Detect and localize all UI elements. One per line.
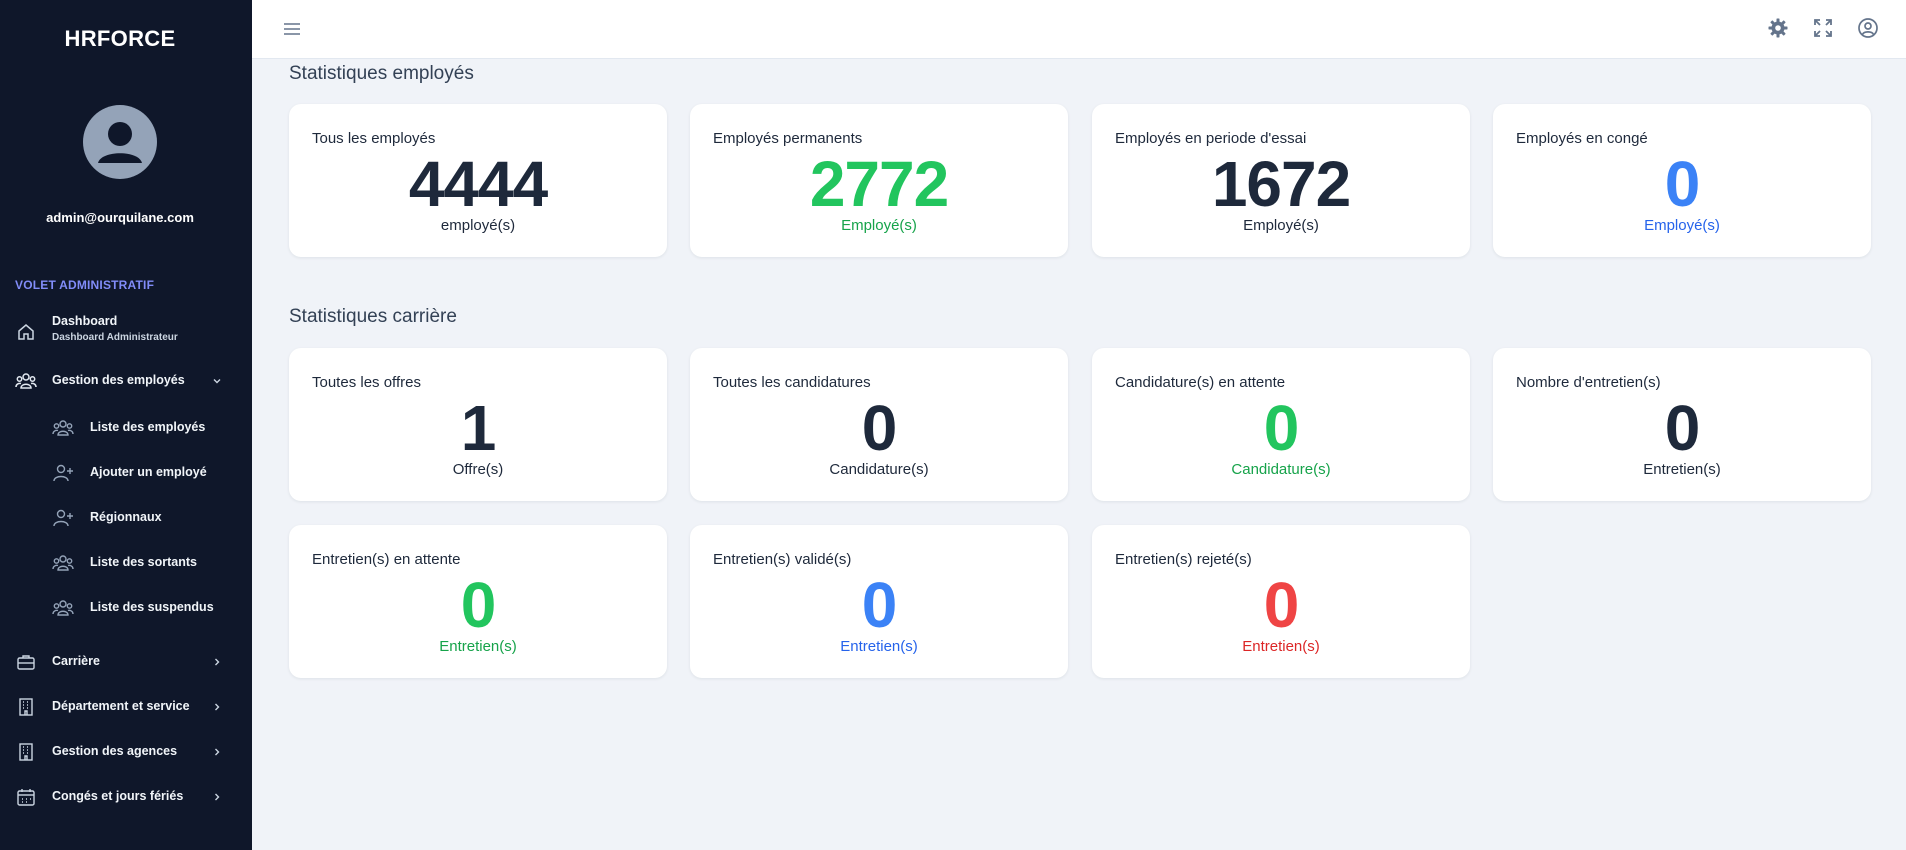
card-value: 0 — [1263, 392, 1300, 464]
sidebar-item-label: Congés et jours fériés — [52, 789, 184, 803]
card-value: 0 — [861, 569, 898, 641]
menu-icon[interactable] — [282, 19, 302, 39]
card-title: Employés permanents — [713, 130, 863, 147]
sidebar-subitem-label: Liste des suspendus — [90, 600, 214, 614]
account-icon[interactable] — [1857, 17, 1879, 39]
sidebar-item-conges[interactable]: Congés et jours fériés — [0, 786, 240, 808]
avatar[interactable] — [83, 105, 157, 179]
card-unit: Entretien(s) — [439, 638, 517, 655]
card-unit: Candidature(s) — [829, 461, 929, 478]
users-icon — [52, 417, 74, 439]
stat-card-entretiens-attente[interactable]: Entretien(s) en attente 0 Entretien(s) — [289, 525, 667, 678]
card-value: 0 — [861, 392, 898, 464]
card-unit: Employé(s) — [841, 217, 917, 234]
chevron-right-icon — [210, 655, 224, 669]
sidebar-subitem-label: Régionnaux — [90, 510, 162, 524]
card-title: Toutes les candidatures — [713, 374, 871, 391]
card-value: 4444 — [408, 148, 548, 220]
sidebar-subitem-liste-sortants[interactable]: Liste des sortants — [0, 552, 240, 574]
sidebar-item-carriere[interactable]: Carrière — [0, 651, 240, 673]
sidebar-item-label: Gestion des employés — [52, 373, 185, 387]
chevron-down-icon — [210, 374, 224, 388]
calendar-icon — [15, 786, 37, 808]
section-heading-carriere: Statistiques carrière — [289, 306, 457, 327]
sidebar: HRFORCE admin@ourquilane.com VOLET ADMIN… — [0, 0, 252, 850]
sidebar-item-departement[interactable]: Département et service — [0, 696, 240, 718]
card-value: 1 — [460, 392, 497, 464]
chevron-right-icon — [210, 745, 224, 759]
card-unit: Employé(s) — [1243, 217, 1319, 234]
main-content: Statistiques employés Tous les employés … — [252, 59, 1906, 850]
sidebar-item-employees[interactable]: Gestion des employés — [0, 370, 240, 392]
sidebar-item-label: Gestion des agences — [52, 744, 178, 758]
chevron-right-icon — [210, 700, 224, 714]
card-value: 0 — [1263, 569, 1300, 641]
stat-card-offres[interactable]: Toutes les offres 1 Offre(s) — [289, 348, 667, 501]
stat-card-employes-permanents[interactable]: Employés permanents 2772 Employé(s) — [690, 104, 1068, 257]
sidebar-subitem-label: Liste des sortants — [90, 555, 197, 569]
card-unit: employé(s) — [440, 217, 516, 234]
chevron-right-icon — [210, 790, 224, 804]
card-title: Nombre d'entretien(s) — [1516, 374, 1661, 391]
stat-card-employes-essai[interactable]: Employés en periode d'essai 1672 Employé… — [1092, 104, 1470, 257]
users-icon — [52, 597, 74, 619]
sidebar-subitem-label: Ajouter un employé — [90, 465, 207, 479]
gear-icon[interactable] — [1767, 17, 1789, 39]
building-icon — [15, 741, 37, 763]
home-icon — [15, 321, 37, 343]
card-unit: Entretien(s) — [1643, 461, 1721, 478]
card-unit: Candidature(s) — [1231, 461, 1331, 478]
user-plus-icon — [52, 507, 74, 529]
brand-logo[interactable]: HRFORCE — [0, 26, 240, 52]
card-title: Candidature(s) en attente — [1115, 374, 1286, 391]
user-plus-icon — [52, 462, 74, 484]
card-title: Employés en periode d'essai — [1115, 130, 1307, 147]
stat-card-candidatures[interactable]: Toutes les candidatures 0 Candidature(s) — [690, 348, 1068, 501]
fullscreen-icon[interactable] — [1812, 17, 1834, 39]
card-title: Tous les employés — [312, 130, 436, 147]
stat-card-entretiens-rejetes[interactable]: Entretien(s) rejeté(s) 0 Entretien(s) — [1092, 525, 1470, 678]
sidebar-section-title: VOLET ADMINISTRATIF — [15, 278, 155, 292]
stat-card-candidatures-attente[interactable]: Candidature(s) en attente 0 Candidature(… — [1092, 348, 1470, 501]
card-title: Entretien(s) validé(s) — [713, 551, 852, 568]
sidebar-item-label: Dashboard — [52, 314, 118, 328]
sidebar-item-label: Département et service — [52, 699, 190, 713]
users-icon — [52, 552, 74, 574]
section-heading-employes: Statistiques employés — [289, 63, 474, 84]
card-title: Entretien(s) rejeté(s) — [1115, 551, 1252, 568]
sidebar-item-dashboard[interactable]: Dashboard Dashboard Administrateur — [0, 314, 240, 350]
sidebar-item-agences[interactable]: Gestion des agences — [0, 741, 240, 763]
card-value: 1672 — [1211, 148, 1351, 220]
card-value: 0 — [1664, 148, 1701, 220]
briefcase-icon — [15, 651, 37, 673]
sidebar-item-sublabel: Dashboard Administrateur — [52, 332, 178, 343]
sidebar-item-label: Carrière — [52, 654, 100, 668]
stat-card-nombre-entretiens[interactable]: Nombre d'entretien(s) 0 Entretien(s) — [1493, 348, 1871, 501]
sidebar-subitem-liste-employes[interactable]: Liste des employés — [0, 417, 240, 439]
sidebar-subitem-liste-suspendus[interactable]: Liste des suspendus — [0, 597, 240, 619]
card-title: Toutes les offres — [312, 374, 421, 391]
card-value: 2772 — [809, 148, 949, 220]
card-title: Employés en congé — [1516, 130, 1648, 147]
card-value: 0 — [460, 569, 497, 641]
card-unit: Entretien(s) — [840, 638, 918, 655]
card-title: Entretien(s) en attente — [312, 551, 461, 568]
stat-card-entretiens-valides[interactable]: Entretien(s) validé(s) 0 Entretien(s) — [690, 525, 1068, 678]
card-unit: Employé(s) — [1644, 217, 1720, 234]
users-icon — [15, 370, 37, 392]
topbar — [252, 0, 1906, 59]
card-unit: Entretien(s) — [1242, 638, 1320, 655]
sidebar-subitem-ajouter-employe[interactable]: Ajouter un employé — [0, 462, 240, 484]
sidebar-subitem-regionnaux[interactable]: Régionnaux — [0, 507, 240, 529]
sidebar-subitem-label: Liste des employés — [90, 420, 206, 434]
stat-card-employes-conge[interactable]: Employés en congé 0 Employé(s) — [1493, 104, 1871, 257]
building-icon — [15, 696, 37, 718]
stat-card-tous-employes[interactable]: Tous les employés 4444 employé(s) — [289, 104, 667, 257]
card-unit: Offre(s) — [452, 461, 504, 478]
user-email: admin@ourquilane.com — [46, 210, 194, 225]
card-value: 0 — [1664, 392, 1701, 464]
